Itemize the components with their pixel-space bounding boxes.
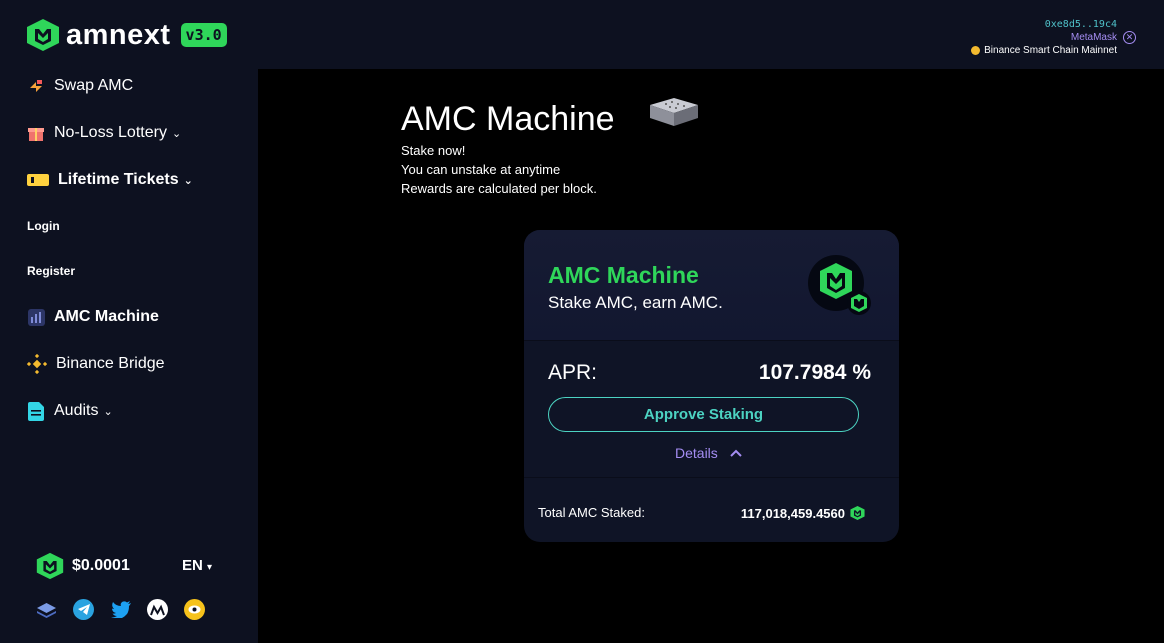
apr-value: 107.7984 %	[758, 361, 871, 384]
page-title: AMC Machine	[401, 100, 615, 138]
amc-token-icon	[808, 255, 871, 315]
wallet-info[interactable]: 0xe8d5..19c4 MetaMask Binance Smart Chai…	[971, 18, 1117, 57]
apr-label: APR:	[548, 361, 598, 384]
sidebar-item-label: Swap AMC	[54, 77, 134, 94]
eye-icon[interactable]	[184, 599, 205, 620]
chevron-down-icon: ⌄	[103, 405, 113, 418]
sidebar-item-no-loss-lottery[interactable]: No-Loss Lottery ⌄	[27, 124, 181, 142]
sidebar-item-label: Lifetime Tickets	[58, 171, 179, 188]
wallet-address: 0xe8d5..19c4	[1044, 19, 1117, 30]
sidebar-item-amc-machine[interactable]: AMC Machine	[27, 308, 159, 326]
chevron-down-icon: ⌄	[183, 174, 193, 187]
hero-line: Stake now!	[401, 143, 466, 158]
divider	[524, 477, 899, 478]
sidebar-item-audits[interactable]: Audits ⌄	[27, 401, 113, 421]
swap-icon	[27, 77, 45, 95]
stack-icon[interactable]	[36, 599, 57, 620]
bar-chart-icon	[27, 308, 45, 326]
binance-icon	[27, 354, 47, 374]
version-badge: v3.0	[180, 23, 227, 47]
sidebar-item-label: Login	[27, 219, 60, 233]
card-title: AMC Machine	[548, 262, 699, 288]
card-header: AMC Machine Stake AMC, earn AMC.	[524, 230, 899, 340]
document-icon	[27, 401, 45, 421]
machine-illustration-icon	[650, 98, 698, 126]
logo[interactable]: amnext v3.0	[26, 18, 227, 52]
sidebar-item-login[interactable]: Login	[27, 219, 60, 233]
details-toggle[interactable]: Details	[675, 445, 742, 461]
network-name: Binance Smart Chain Mainnet	[984, 45, 1117, 56]
chevron-up-icon	[730, 449, 742, 457]
token-price: $0.0001	[36, 551, 130, 581]
sidebar-item-label: Binance Bridge	[56, 355, 165, 372]
brand-name: amnext	[66, 18, 171, 51]
wallet-provider: MetaMask	[1070, 32, 1117, 43]
wallet-network: Binance Smart Chain Mainnet	[971, 44, 1117, 57]
chevron-down-icon: ⌄	[171, 127, 182, 140]
divider	[524, 340, 899, 341]
twitter-icon[interactable]	[110, 599, 131, 620]
total-staked-label: Total AMC Staked:	[538, 505, 645, 520]
disconnect-icon[interactable]: ✕	[1123, 31, 1136, 44]
network-icon	[971, 46, 981, 55]
sidebar-item-label: AMC Machine	[54, 308, 159, 325]
sidebar-item-label: Audits	[54, 402, 99, 419]
total-staked-amount: 117,018,459.4560	[740, 505, 845, 521]
telegram-icon[interactable]	[73, 599, 94, 620]
amnext-logo-icon	[27, 19, 59, 51]
approve-staking-button[interactable]: Approve Staking	[548, 397, 859, 432]
token-price-value: $0.0001	[72, 557, 130, 574]
top-bar: amnext v3.0 0xe8d5..19c4 MetaMask Binanc…	[0, 0, 1164, 69]
coinmarketcap-icon[interactable]	[147, 599, 168, 620]
card-subtitle: Stake AMC, earn AMC.	[548, 293, 723, 312]
staking-card: AMC Machine Stake AMC, earn AMC. APR: 10…	[524, 230, 899, 542]
hero-description: Stake now! You can unstake at anytime Re…	[401, 141, 597, 198]
sidebar-item-lifetime-tickets[interactable]: Lifetime Tickets ⌄	[27, 171, 193, 189]
hero-line: You can unstake at anytime	[401, 162, 561, 177]
sidebar-item-label: No-Loss Lottery	[54, 124, 167, 141]
hero-line: Rewards are calculated per block.	[401, 181, 597, 196]
amc-token-icon	[36, 552, 64, 580]
sidebar-item-register[interactable]: Register	[27, 264, 75, 278]
caret-down-icon: ▾	[207, 562, 213, 573]
total-staked-value: 117,018,459.4560	[741, 505, 865, 521]
language-label: EN	[182, 557, 203, 574]
amc-token-icon	[850, 505, 865, 521]
ticket-icon	[27, 171, 49, 189]
gift-icon	[27, 124, 45, 142]
sidebar-item-binance-bridge[interactable]: Binance Bridge	[27, 354, 165, 374]
sidebar-item-label: Register	[27, 264, 76, 278]
social-links	[36, 599, 205, 620]
details-label: Details	[675, 445, 718, 461]
language-selector[interactable]: EN ▾	[182, 557, 212, 574]
sidebar-item-swap-amc[interactable]: Swap AMC	[27, 77, 133, 95]
